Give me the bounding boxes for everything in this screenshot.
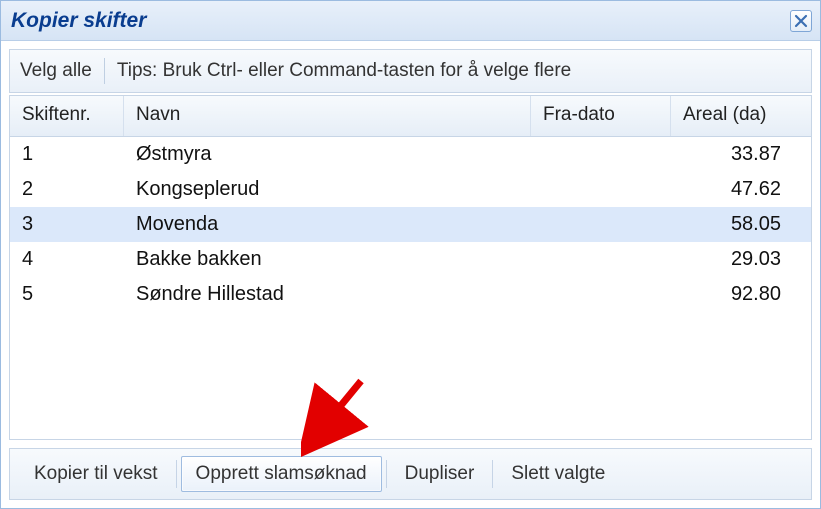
cell-name: Søndre Hillestad xyxy=(124,277,531,312)
footer-toolbar: Kopier til vekst Opprett slamsøknad Dupl… xyxy=(9,448,812,500)
cell-date xyxy=(531,172,671,207)
duplicate-button[interactable]: Dupliser xyxy=(391,457,489,491)
delete-selected-button[interactable]: Slett valgte xyxy=(497,457,619,491)
col-header-area[interactable]: Areal (da) xyxy=(671,96,811,136)
table-row[interactable]: 5Søndre Hillestad 92.80 xyxy=(10,277,811,312)
cell-area: 29.03 xyxy=(671,242,811,277)
cell-area: 58.05 xyxy=(671,207,811,242)
table-row[interactable]: 2Kongseplerud 47.62 xyxy=(10,172,811,207)
select-all-link[interactable]: Velg alle xyxy=(20,60,92,82)
cell-date xyxy=(531,242,671,277)
cell-date xyxy=(531,277,671,312)
close-button[interactable] xyxy=(790,10,812,32)
cell-name: Movenda xyxy=(124,207,531,242)
cell-num: 3 xyxy=(10,207,124,242)
cell-area: 47.62 xyxy=(671,172,811,207)
cell-area: 92.80 xyxy=(671,277,811,312)
cell-date xyxy=(531,207,671,242)
col-header-date[interactable]: Fra-dato xyxy=(531,96,671,136)
dialog-title: Kopier skifter xyxy=(11,9,790,33)
footer-separator xyxy=(492,460,493,488)
toolbar-separator xyxy=(104,58,105,84)
table-row[interactable]: 4Bakke bakken 29.03 xyxy=(10,242,811,277)
col-header-num[interactable]: Skiftenr. xyxy=(10,96,124,136)
table-row[interactable]: 1Østmyra 33.87 xyxy=(10,137,811,172)
cell-num: 5 xyxy=(10,277,124,312)
cell-area: 33.87 xyxy=(671,137,811,172)
footer-separator xyxy=(176,460,177,488)
toolbar: Velg alle Tips: Bruk Ctrl- eller Command… xyxy=(9,49,812,93)
close-icon xyxy=(794,14,808,28)
copy-to-crop-button[interactable]: Kopier til vekst xyxy=(20,457,172,491)
table-row[interactable]: 3Movenda 58.05 xyxy=(10,207,811,242)
cell-num: 2 xyxy=(10,172,124,207)
cell-num: 1 xyxy=(10,137,124,172)
grid-body: 1Østmyra33.872Kongseplerud47.623Movenda5… xyxy=(10,137,811,439)
footer-separator xyxy=(386,460,387,488)
create-sludge-button[interactable]: Opprett slamsøknad xyxy=(181,456,382,492)
titlebar: Kopier skifter xyxy=(1,1,820,41)
col-header-name[interactable]: Navn xyxy=(124,96,531,136)
toolbar-tip: Tips: Bruk Ctrl- eller Command-tasten fo… xyxy=(117,60,571,82)
cell-name: Bakke bakken xyxy=(124,242,531,277)
grid: Skiftenr. Navn Fra-dato Areal (da) 1Østm… xyxy=(9,95,812,440)
copy-fields-dialog: Kopier skifter Velg alle Tips: Bruk Ctrl… xyxy=(0,0,821,509)
cell-name: Kongseplerud xyxy=(124,172,531,207)
cell-date xyxy=(531,137,671,172)
cell-name: Østmyra xyxy=(124,137,531,172)
grid-header: Skiftenr. Navn Fra-dato Areal (da) xyxy=(10,96,811,137)
cell-num: 4 xyxy=(10,242,124,277)
